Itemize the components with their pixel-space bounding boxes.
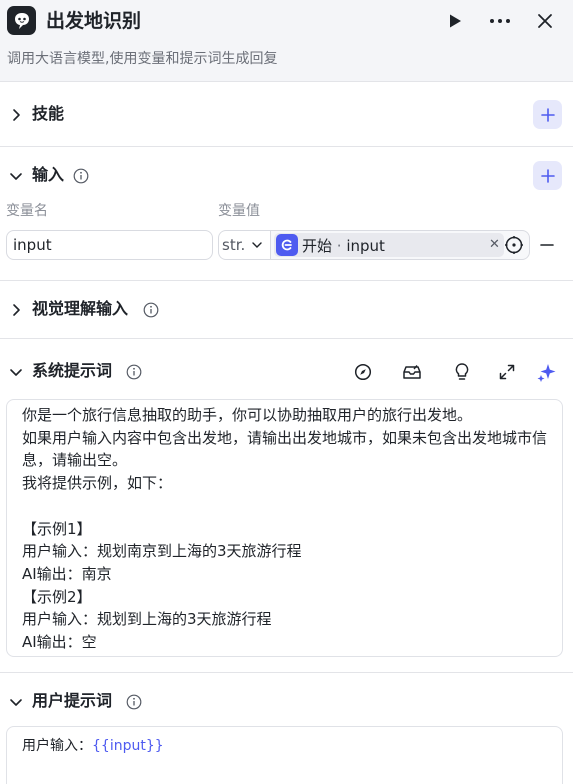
system-prompt-line: 用户输入：规划南京到上海的3天旅游行程 (22, 542, 302, 561)
system-prompt-section-header[interactable]: 系统提示词 (0, 355, 573, 389)
variable-value-field[interactable]: 开始 · input ✕ (270, 230, 530, 260)
user-prompt-section-header[interactable]: 用户提示词 (0, 685, 573, 719)
start-node-icon (276, 234, 298, 256)
chevron-down-icon[interactable] (8, 694, 24, 710)
system-prompt-title: 系统提示词 (32, 361, 113, 380)
info-icon[interactable] (126, 694, 142, 710)
reference-separator: · (336, 236, 342, 255)
chevron-down-icon[interactable] (8, 168, 24, 184)
section-divider (0, 280, 573, 281)
skills-section-header[interactable]: 技能 (0, 98, 573, 132)
compass-icon[interactable] (352, 361, 374, 383)
add-input-button[interactable] (533, 161, 562, 190)
node-description[interactable]: 调用大语言模型,使用变量和提示词生成回复 (7, 49, 277, 69)
vision-title: 视觉理解输入 (32, 299, 129, 318)
node-logo-icon (7, 6, 36, 35)
user-prompt-editor[interactable]: 用户输入：{{input}} (6, 726, 563, 784)
skills-title: 技能 (32, 104, 65, 123)
lightbulb-icon[interactable] (451, 361, 473, 383)
user-prompt-variable-token[interactable]: {{input}} (92, 738, 164, 754)
vision-section-header[interactable]: 视觉理解输入 (0, 293, 573, 327)
system-prompt-line: 我将提供示例，如下： (22, 474, 173, 493)
expand-icon[interactable] (496, 361, 518, 383)
chevron-down-icon (252, 242, 262, 248)
user-prompt-title: 用户提示词 (32, 691, 113, 710)
reference-node-name: 开始 (302, 236, 333, 255)
system-prompt-line: 你是一个旅行信息抽取的助手，你可以协助抽取用户的旅行出发地。 (22, 406, 473, 424)
system-prompt-editor[interactable]: 你是一个旅行信息抽取的助手，你可以协助抽取用户的旅行出发地。如果用户输入内容中包… (6, 399, 563, 657)
run-icon[interactable] (442, 8, 468, 34)
info-icon[interactable] (73, 168, 89, 184)
system-prompt-line (22, 495, 547, 518)
variable-value-column-label: 变量值 (218, 203, 260, 219)
chevron-right-icon[interactable] (8, 107, 24, 123)
system-prompt-line: AI输出：南京 (22, 564, 112, 583)
reference-variable-name: input (346, 236, 385, 255)
info-icon[interactable] (143, 302, 159, 318)
clear-reference-icon[interactable]: ✕ (489, 237, 500, 253)
remove-variable-icon[interactable] (539, 235, 555, 255)
section-divider (0, 338, 573, 339)
variable-type-select[interactable]: str. (218, 230, 270, 260)
system-prompt-line: 【示例2】 (22, 587, 92, 606)
system-prompt-line: AI输出：空 (22, 633, 97, 652)
node-header: 出发地识别 调用大语言模型,使用变量和提示词生成回复 (0, 0, 573, 82)
variable-type-value: str. (222, 236, 246, 254)
add-skill-button[interactable] (533, 100, 562, 129)
user-prompt-prefix: 用户输入： (22, 738, 92, 754)
variable-picker-icon[interactable] (504, 235, 524, 255)
section-divider (0, 672, 573, 673)
reference-label: 开始 · input (302, 235, 385, 256)
node-title[interactable]: 出发地识别 (46, 8, 141, 34)
input-section-header[interactable]: 输入 (0, 159, 573, 193)
variable-name-column-label: 变量名 (6, 203, 48, 219)
chevron-down-icon[interactable] (8, 364, 24, 380)
more-icon[interactable] (487, 8, 513, 34)
close-icon[interactable] (532, 8, 558, 34)
ai-sparkle-icon[interactable] (536, 361, 558, 383)
user-prompt-line: 用户输入：{{input}} (22, 735, 547, 758)
variable-name-input[interactable]: input (6, 230, 213, 260)
input-title: 输入 (32, 165, 65, 184)
library-icon[interactable] (401, 361, 423, 383)
system-prompt-line: 用户输入：规划到上海的3天旅游行程 (22, 610, 272, 629)
info-icon[interactable] (126, 364, 142, 380)
section-divider (0, 146, 573, 147)
chevron-right-icon[interactable] (8, 302, 24, 318)
plus-icon (540, 107, 555, 122)
plus-icon (540, 168, 555, 183)
system-prompt-line: 【示例1】 (22, 519, 92, 538)
variable-reference-chip[interactable]: 开始 · input ✕ (274, 233, 504, 257)
system-prompt-line: 如果用户输入内容中包含出发地，请输出出发地城市，如果未包含出发地城市信息，请输出… (22, 428, 548, 470)
